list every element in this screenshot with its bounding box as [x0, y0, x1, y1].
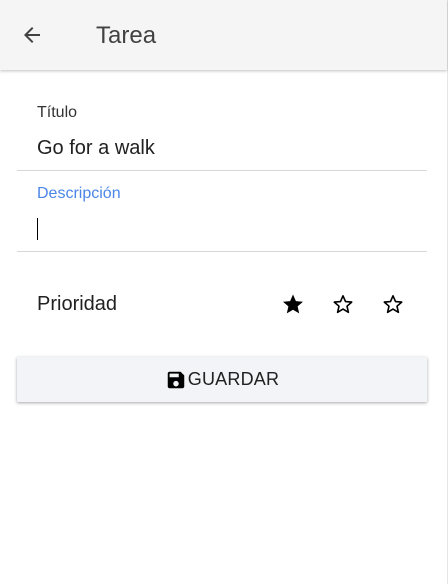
save-button[interactable]: GUARDAR: [17, 357, 427, 402]
arrow-left-icon: [24, 27, 40, 43]
priority-star-3[interactable]: [381, 292, 405, 316]
priority-label: Prioridad: [37, 293, 118, 315]
star-outline-icon: [383, 295, 403, 314]
priority-star-1[interactable]: [281, 292, 305, 316]
task-page: Tarea Título Go for a walk Descripción P…: [0, 0, 448, 584]
app-bar: Tarea: [0, 0, 447, 70]
title-input[interactable]: Go for a walk: [37, 135, 155, 161]
priority-star-2[interactable]: [331, 292, 355, 316]
star-outline-icon: [333, 295, 353, 314]
title-field-label: Título: [37, 104, 78, 121]
description-field-label: Descripción: [37, 185, 121, 202]
description-field[interactable]: Descripción: [17, 171, 427, 252]
back-button[interactable]: [16, 19, 48, 51]
priority-row: Prioridad: [17, 282, 427, 326]
page-title: Tarea: [96, 22, 157, 49]
save-button-label: GUARDAR: [187, 369, 280, 389]
star-filled-icon: [283, 294, 303, 314]
floppy-disk-icon: [165, 369, 187, 391]
text-caret: [37, 218, 38, 240]
title-field[interactable]: Título Go for a walk: [17, 90, 427, 171]
